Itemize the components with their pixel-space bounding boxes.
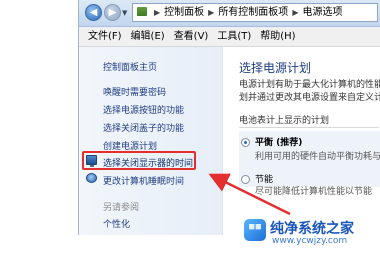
control-panel-window: ◀ ▶ ▼ ▶ 控制面板 ▶ 所有控制面板项 ▶ 电源选项 文件(F) 编辑(E) 查看(V)… [78,0,380,235]
display-off-time-link[interactable]: 选择关闭显示器的时间 [103,156,193,169]
history-dropdown-icon[interactable]: ▼ [122,9,127,17]
menu-bar: 文件(F) 编辑(E) 查看(V) 工具(T) 帮助(H) [79,27,380,47]
arrow-right-icon: ▶ [108,7,117,18]
task-pane: 控制面板主页 唤醒时需要密码 选择电源按钮的功能 选择关闭盖子的功能 创建电源计… [79,47,223,235]
breadcrumb[interactable]: ▶ 控制面板 ▶ 所有控制面板项 ▶ 电源选项 [132,3,378,22]
breadcrumb-all-items[interactable]: 所有控制面板项 [218,7,288,18]
balanced-plan-name[interactable]: 平衡 (推荐) [255,135,302,148]
watermark-logo-icon [244,219,266,241]
address-bar: ◀ ▶ ▼ ▶ 控制面板 ▶ 所有控制面板项 ▶ 电源选项 [79,0,380,27]
power-saver-plan-description: 尽可能降低计算机性能以节能 [255,187,373,197]
battery-plans-label: 电池表计上显示的计划 [239,116,330,126]
menu-view[interactable]: 查看(V) [174,27,209,46]
back-button[interactable]: ◀ [85,4,102,21]
page-title: 选择电源计划 [239,61,312,75]
monitor-icon [86,155,97,167]
balanced-plan-description: 利用可用的硬件自动平衡功耗与 [255,152,380,162]
menu-edit[interactable]: 编辑(E) [131,27,165,46]
balanced-radio[interactable] [241,138,250,147]
power-button-link[interactable]: 选择电源按钮的功能 [103,103,184,116]
sleep-icon [86,173,97,183]
main-content: 选择电源计划 电源计划有助于最大化计算机的性能 划并通过更改其电源设置来自定义计… [223,47,380,235]
description-line-2: 划并通过更改其电源设置来自定义计 [239,93,380,103]
sleep-time-link[interactable]: 更改计算机睡眠时间 [103,174,184,187]
watermark-title: 纯净系统之家 [270,221,354,237]
see-also-heading: 另请参阅 [103,203,140,213]
watermark-url: www.ycwjzy.com [272,236,348,246]
chevron-right-icon: ▶ [208,8,215,17]
chevron-right-icon: ▶ [292,8,299,17]
control-panel-home-link[interactable]: 控制面板主页 [103,60,157,73]
description-line-1: 电源计划有助于最大化计算机的性能 [239,80,380,90]
power-saver-radio[interactable] [241,175,250,184]
arrow-left-icon: ◀ [89,7,98,18]
menu-file[interactable]: 文件(F) [88,27,122,46]
menu-help[interactable]: 帮助(H) [260,27,295,46]
chevron-right-icon: ▶ [154,8,161,17]
breadcrumb-control-panel[interactable]: 控制面板 [164,7,204,18]
personalize-link[interactable]: 个性化 [103,217,130,230]
forward-button[interactable]: ▶ [104,4,121,21]
page-description: 电源计划有助于最大化计算机的性能 划并通过更改其电源设置来自定义计 [239,79,380,105]
breadcrumb-power-options[interactable]: 电源选项 [302,7,342,18]
require-password-link[interactable]: 唤醒时需要密码 [103,85,166,98]
divider [239,127,379,128]
plan-list: 平衡 (推荐) 利用可用的硬件自动平衡功耗与 节能 [239,131,380,187]
control-panel-icon [137,7,147,16]
close-lid-link[interactable]: 选择关闭盖子的功能 [103,121,184,134]
menu-tools[interactable]: 工具(T) [217,27,251,46]
